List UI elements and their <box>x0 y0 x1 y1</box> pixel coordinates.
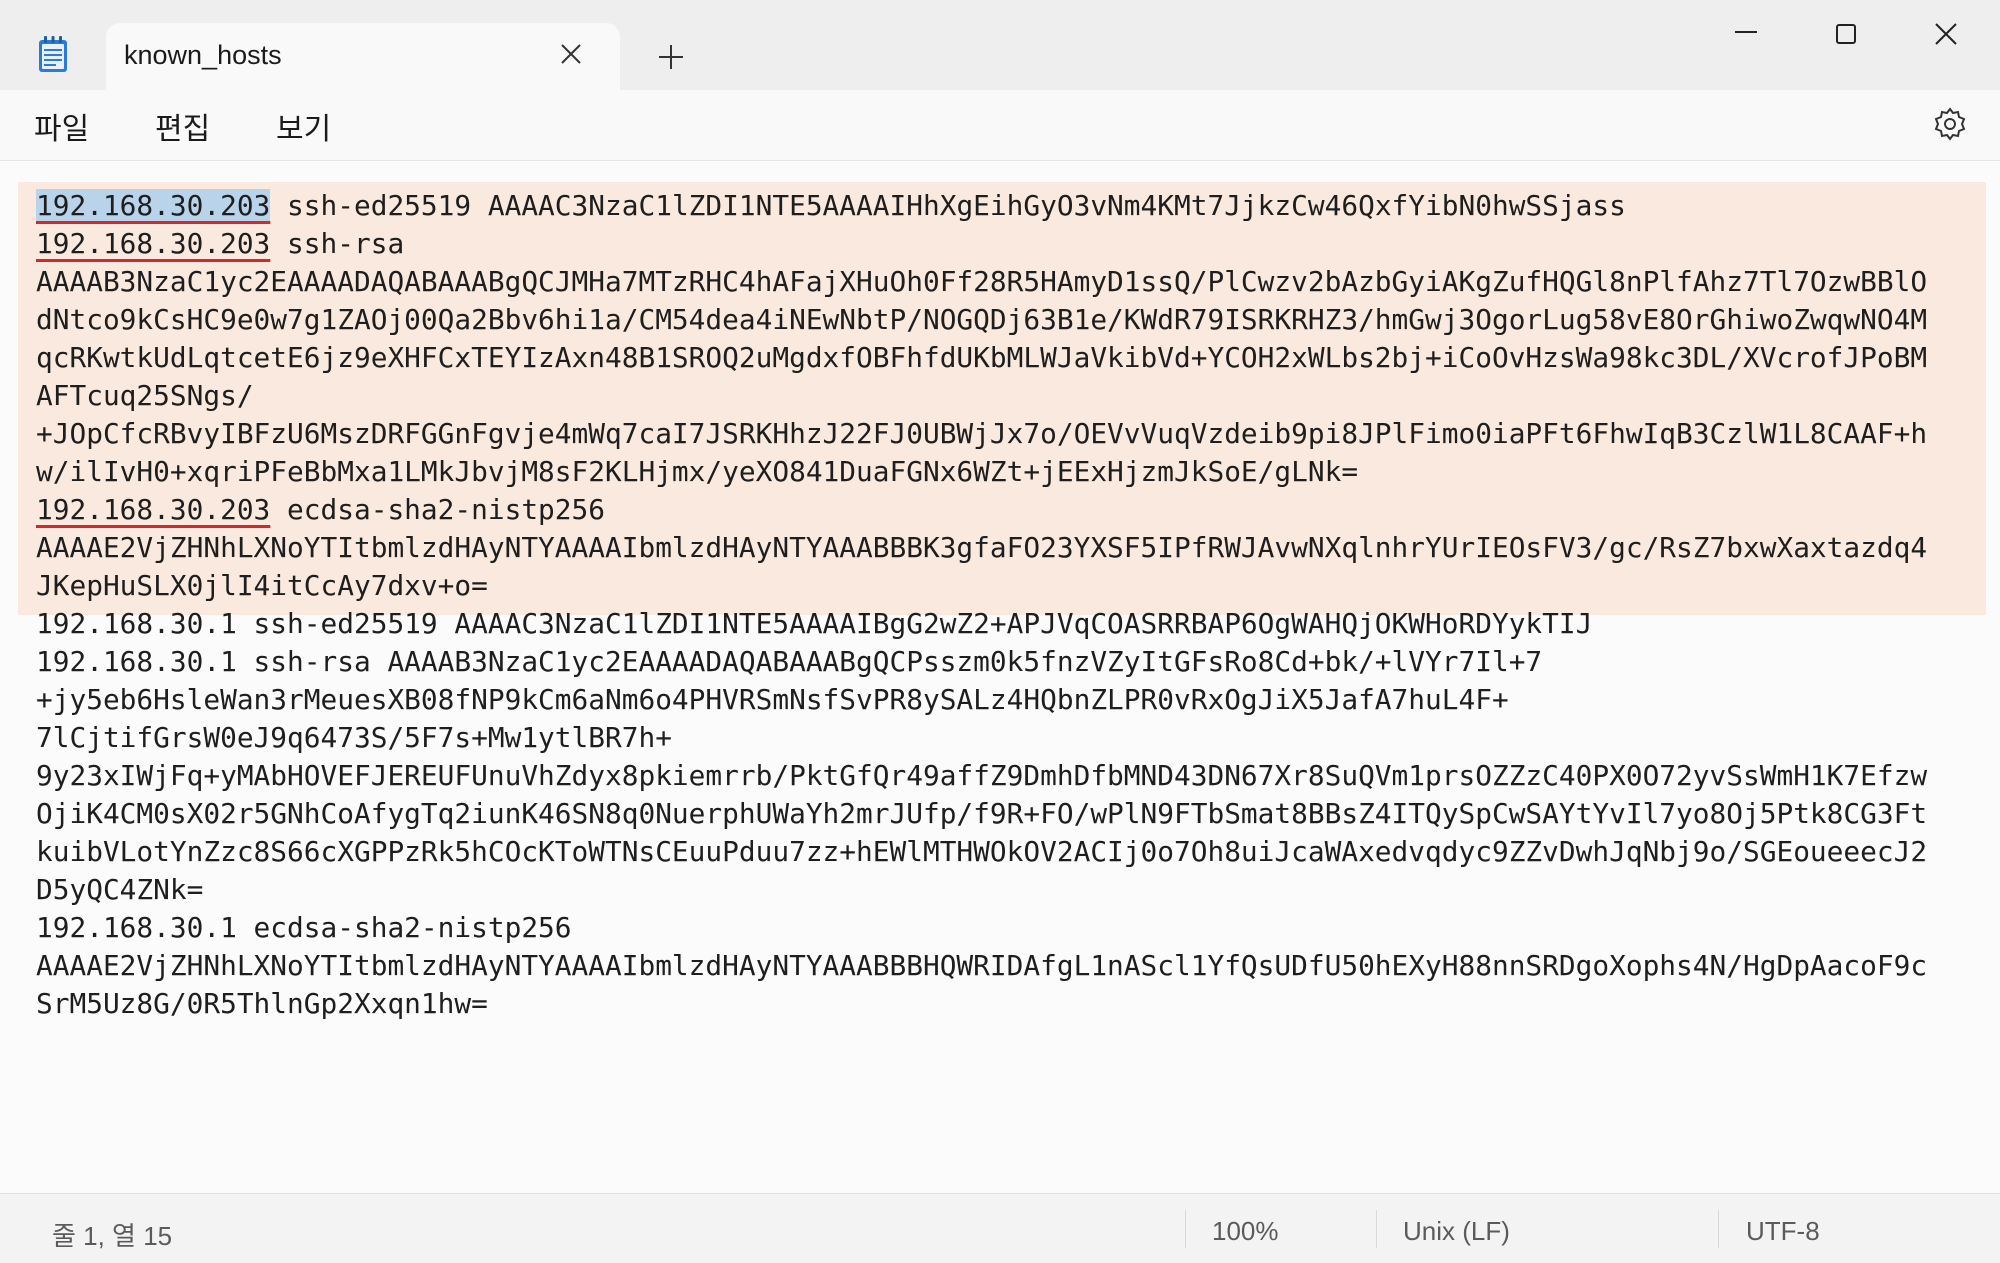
text-line: 192.168.30.1 ssh-rsa AAAAB3NzaC1yc2EAAAA… <box>36 643 1986 681</box>
line-text: SrM5Uz8G/0R5ThlnGp2Xxqn1hw= <box>36 987 488 1020</box>
line-text: OjiK4CM0sX02r5GNhCoAfygTq2iunK46SN8q0Nue… <box>36 797 1928 830</box>
menu-file[interactable]: 파일 <box>34 104 89 148</box>
line-text: ssh-rsa <box>270 227 405 260</box>
line-text: AAAAE2VjZHNhLXNoYTItbmlzdHAyNTYAAAAIbmlz… <box>36 949 1928 982</box>
line-text: 192.168.30.1 ssh-rsa AAAAB3NzaC1yc2EAAAA… <box>36 645 1543 678</box>
text-line: 7lCjtifGrsW0eJ9q6473S/5F7s+Mw1ytlBR7h+ <box>36 719 1986 757</box>
notepad-app-icon <box>39 36 67 72</box>
text-line: +jy5eb6HsleWan3rMeuesXB08fNP9kCm6aNm6o4P… <box>36 681 1986 719</box>
line-ending[interactable]: Unix (LF) <box>1403 1216 1510 1247</box>
title-bar: known_hosts <box>0 0 2000 90</box>
line-text: ecdsa-sha2-nistp256 <box>270 493 605 526</box>
line-text: +JOpCfcRBvyIBFzU6MszDRFGGnFgvje4mWq7caI7… <box>36 417 1928 450</box>
text-line: 192.168.30.203 ecdsa-sha2-nistp256 <box>36 491 1986 529</box>
host-ip: 192.168.30.203 <box>36 227 271 260</box>
text-line: +JOpCfcRBvyIBFzU6MszDRFGGnFgvje4mWq7caI7… <box>36 415 1986 453</box>
cursor-position[interactable]: 줄 1, 열 15 <box>52 1216 172 1253</box>
text-line: D5yQC4ZNk= <box>36 871 1986 909</box>
text-line: 192.168.30.1 ecdsa-sha2-nistp256 <box>36 909 1986 947</box>
text-line: dNtco9kCsHC9e0w7g1ZAOj00Qa2Bbv6hi1a/CM54… <box>36 301 1986 339</box>
status-separator <box>1718 1210 1719 1248</box>
text-line: 192.168.30.203 ssh-rsa <box>36 225 1986 263</box>
new-tab-plus-icon[interactable] <box>656 42 686 72</box>
close-tab-icon[interactable] <box>558 41 584 67</box>
line-text: 9y23xIWjFq+yMAbHOVEFJEREUFUnuVhZdyx8pkie… <box>36 759 1928 792</box>
text-line: w/ilIvH0+xqriPFeBbMxa1LMkJbvjM8sF2KLHjmx… <box>36 453 1986 491</box>
selected-host-ip: 192.168.30.203 <box>36 189 271 222</box>
line-text: AAAAB3NzaC1yc2EAAAADAQABAAABgQCJMHa7MTzR… <box>36 265 1928 298</box>
line-text: kuibVLotYnZzc8S66cXGPPzRk5hCOcKToWTNsCEu… <box>36 835 1928 868</box>
line-text: 192.168.30.1 ecdsa-sha2-nistp256 <box>36 911 572 944</box>
menu-bar: 파일 편집 보기 <box>0 90 2000 161</box>
line-text: qcRKwtkUdLqtcetE6jz9eXHFCxTEYIzAxn48B1SR… <box>36 341 1928 374</box>
line-text: 7lCjtifGrsW0eJ9q6473S/5F7s+Mw1ytlBR7h+ <box>36 721 672 754</box>
line-text: JKepHuSLX0jlI4itCcAy7dxv+o= <box>36 569 488 602</box>
line-text: dNtco9kCsHC9e0w7g1ZAOj00Qa2Bbv6hi1a/CM54… <box>36 303 1928 336</box>
text-line: AAAAB3NzaC1yc2EAAAADAQABAAABgQCJMHa7MTzR… <box>36 263 1986 301</box>
text-line: kuibVLotYnZzc8S66cXGPPzRk5hCOcKToWTNsCEu… <box>36 833 1986 871</box>
line-text: AAAAE2VjZHNhLXNoYTItbmlzdHAyNTYAAAAIbmlz… <box>36 531 1928 564</box>
menu-view[interactable]: 보기 <box>276 104 331 148</box>
status-separator <box>1376 1210 1377 1248</box>
text-line: AAAAE2VjZHNhLXNoYTItbmlzdHAyNTYAAAAIbmlz… <box>36 947 1986 985</box>
text-editor[interactable]: 192.168.30.203 ssh-ed25519 AAAAC3NzaC1lZ… <box>0 161 2000 1193</box>
encoding[interactable]: UTF-8 <box>1746 1216 1820 1247</box>
editor-content[interactable]: 192.168.30.203 ssh-ed25519 AAAAC3NzaC1lZ… <box>36 187 1986 1023</box>
line-text: D5yQC4ZNk= <box>36 873 204 906</box>
line-text: 192.168.30.1 ssh-ed25519 AAAAC3NzaC1lZDI… <box>36 607 1593 640</box>
tab-known-hosts[interactable]: known_hosts <box>106 23 620 90</box>
text-line: AAAAE2VjZHNhLXNoYTItbmlzdHAyNTYAAAAIbmlz… <box>36 529 1986 567</box>
text-line: 192.168.30.1 ssh-ed25519 AAAAC3NzaC1lZDI… <box>36 605 1986 643</box>
menu-edit[interactable]: 편집 <box>155 104 210 148</box>
line-text: w/ilIvH0+xqriPFeBbMxa1LMkJbvjM8sF2KLHjmx… <box>36 455 1359 488</box>
host-ip: 192.168.30.203 <box>36 493 271 526</box>
line-text: ssh-ed25519 AAAAC3NzaC1lZDI1NTE5AAAAIHhX… <box>270 189 1626 222</box>
text-line: AFTcuq25SNgs/ <box>36 377 1986 415</box>
line-text: +jy5eb6HsleWan3rMeuesXB08fNP9kCm6aNm6o4P… <box>36 683 1509 716</box>
status-separator <box>1185 1210 1186 1248</box>
close-window-icon[interactable] <box>1916 18 1976 68</box>
tab-title: known_hosts <box>124 40 282 70</box>
text-line: qcRKwtkUdLqtcetE6jz9eXHFCxTEYIzAxn48B1SR… <box>36 339 1986 377</box>
text-line: 192.168.30.203 ssh-ed25519 AAAAC3NzaC1lZ… <box>36 187 1986 225</box>
text-line: SrM5Uz8G/0R5ThlnGp2Xxqn1hw= <box>36 985 1986 1023</box>
minimize-icon[interactable] <box>1716 18 1776 68</box>
zoom-level[interactable]: 100% <box>1212 1216 1279 1247</box>
status-bar: 줄 1, 열 15 100% Unix (LF) UTF-8 <box>0 1193 2000 1263</box>
maximize-icon[interactable] <box>1816 18 1876 68</box>
text-line: JKepHuSLX0jlI4itCcAy7dxv+o= <box>36 567 1986 605</box>
text-line: 9y23xIWjFq+yMAbHOVEFJEREUFUnuVhZdyx8pkie… <box>36 757 1986 795</box>
line-text: AFTcuq25SNgs/ <box>36 379 254 412</box>
text-line: OjiK4CM0sX02r5GNhCoAfygTq2iunK46SN8q0Nue… <box>36 795 1986 833</box>
settings-gear-icon[interactable] <box>1930 104 1970 144</box>
